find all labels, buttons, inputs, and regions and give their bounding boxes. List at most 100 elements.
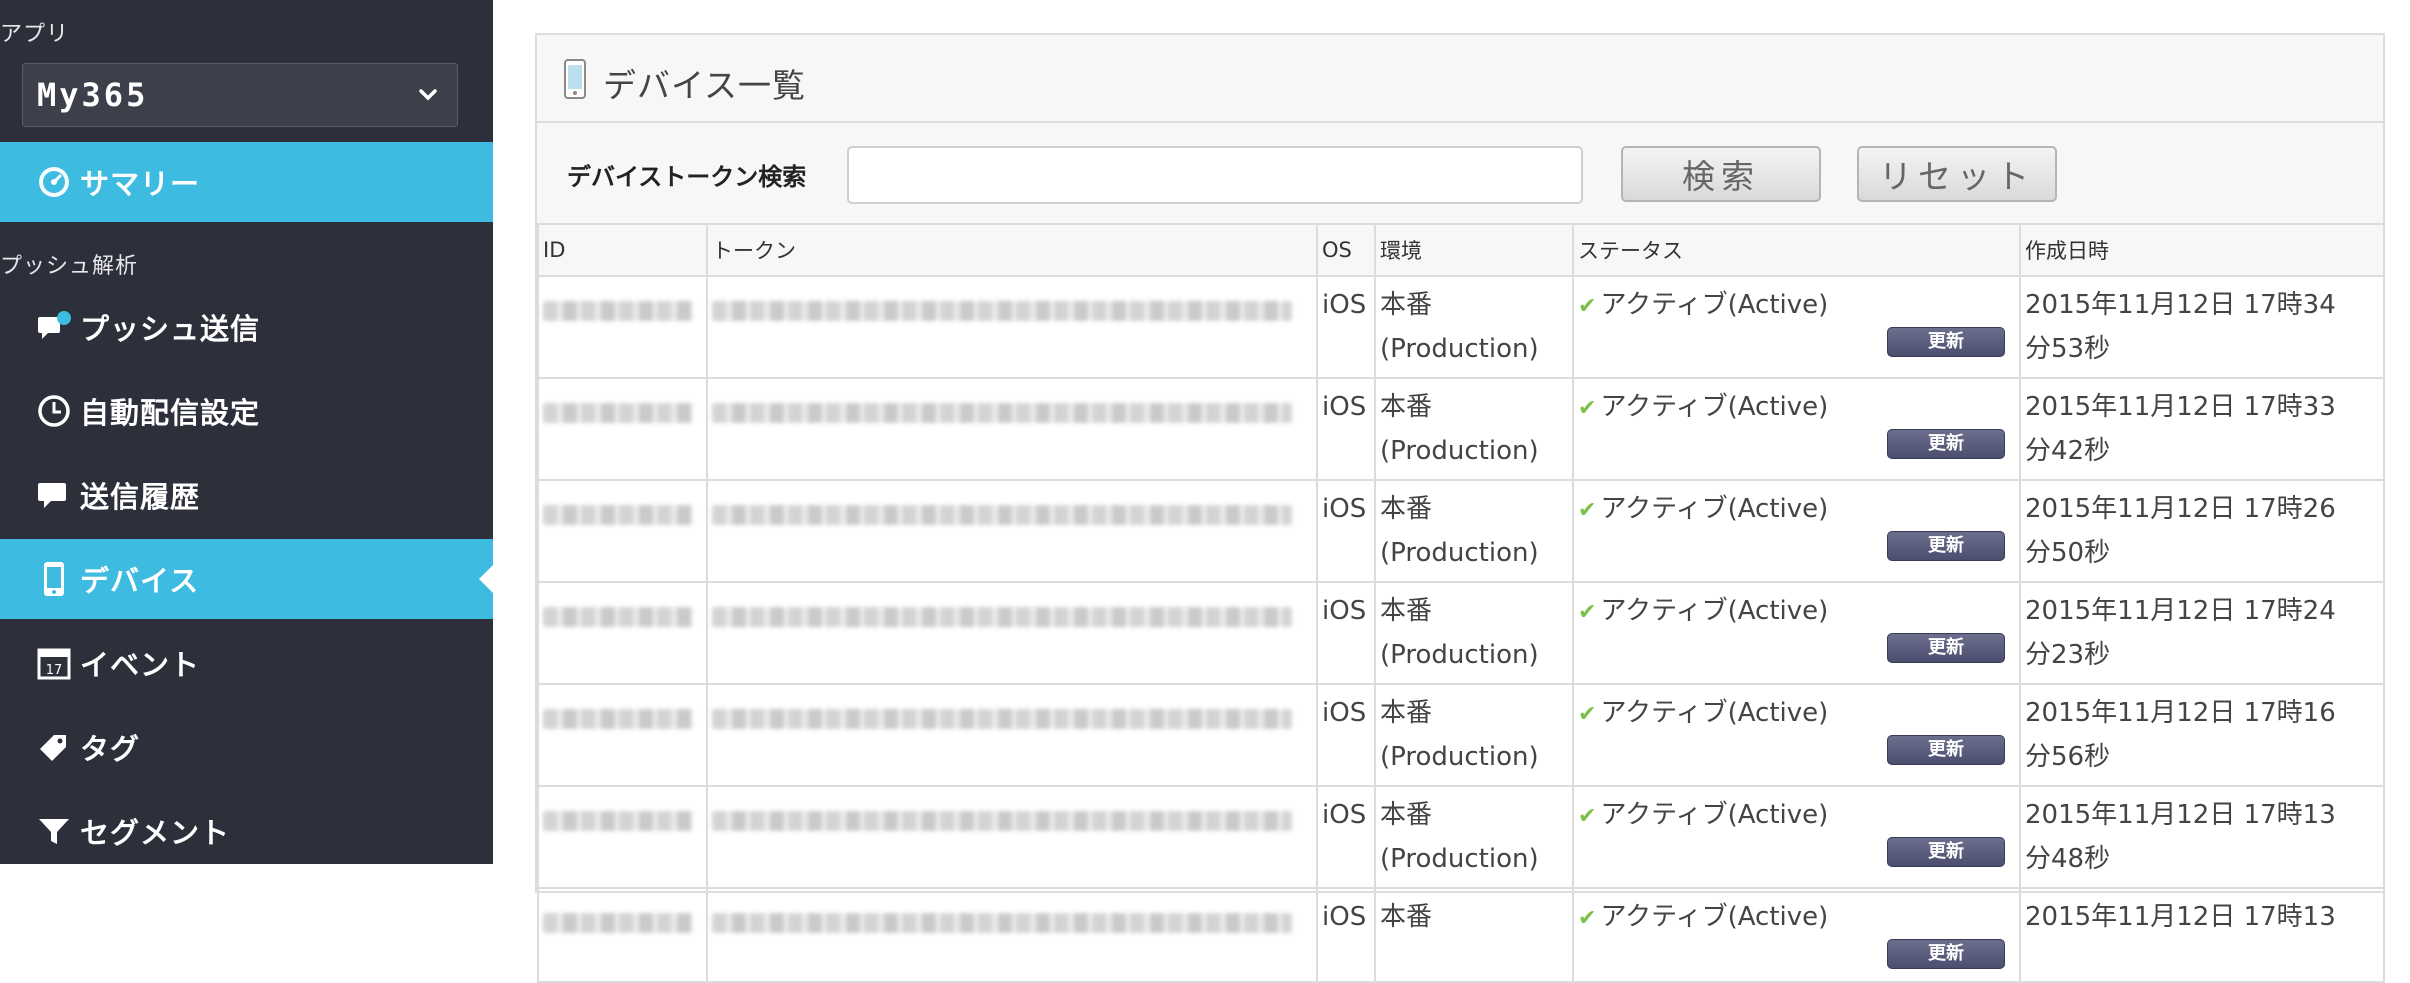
sidebar-item-devices[interactable]: デバイス [0, 539, 493, 619]
status-cell: ✔ アクティブ(Active) 更新 [1572, 377, 2021, 481]
redacted-id [543, 607, 693, 627]
update-button[interactable]: 更新 [1887, 327, 2005, 357]
redacted-token [712, 301, 1292, 321]
column-header-env[interactable]: 環境 [1374, 223, 1574, 277]
created-time: 分56秒 [2025, 742, 2111, 772]
created-date: 2015年11月12日 17時13 [2025, 902, 2336, 932]
created-time: 分53秒 [2025, 334, 2111, 364]
status-text: アクティブ(Active) [1600, 290, 1829, 320]
table-header-row: ID トークン OS 環境 ステータス 作成日時 [537, 223, 2385, 277]
device-token-search-input[interactable] [847, 146, 1583, 204]
created-cell: 2015年11月12日 17時24 分23秒 [2019, 581, 2385, 685]
table-row[interactable]: iOS 本番 (Production) ✔ アクティブ(Active) 更新 2015年11… [537, 683, 2385, 787]
clock-icon [38, 395, 70, 427]
check-icon: ✔ [1578, 498, 1597, 523]
redacted-id [543, 913, 693, 933]
table-row[interactable]: iOS 本番 (Production) ✔ アクティブ(Active) 更新 2015年11… [537, 785, 2385, 889]
table-row[interactable]: iOS 本番 (Production) ✔ アクティブ(Active) 更新 2015年11… [537, 581, 2385, 685]
chat-icon [38, 483, 66, 508]
column-header-token[interactable]: トークン [706, 223, 1318, 277]
created-cell: 2015年11月12日 17時13 分48秒 [2019, 785, 2385, 889]
env-name: 本番 [1380, 392, 1433, 422]
update-button[interactable]: 更新 [1887, 429, 2005, 459]
check-icon: ✔ [1578, 702, 1597, 727]
sidebar-item-summary[interactable]: サマリー [0, 142, 493, 222]
update-button[interactable]: 更新 [1887, 633, 2005, 663]
sidebar-item-history[interactable]: 送信履歴 [0, 455, 493, 535]
env-detail: (Production) [1380, 436, 1539, 466]
redacted-id [543, 301, 693, 321]
device-id-cell [537, 683, 708, 787]
check-icon: ✔ [1578, 804, 1597, 829]
search-label: デバイストークン検索 [567, 163, 807, 191]
check-icon: ✔ [1578, 294, 1597, 319]
table-row[interactable]: iOS 本番 (Production) ✔ アクティブ(Active) 更新 2015年11… [537, 377, 2385, 481]
env-detail: (Production) [1380, 640, 1539, 670]
device-token-cell [706, 377, 1318, 481]
sidebar-item-auto-delivery[interactable]: 自動配信設定 [0, 371, 493, 451]
created-time: 分50秒 [2025, 538, 2111, 568]
env-name: 本番 [1380, 494, 1433, 524]
created-time: 分48秒 [2025, 844, 2111, 874]
table-row[interactable]: iOS 本番 (Production) ✔ アクティブ(Active) 更新 2015年11… [537, 275, 2385, 379]
device-id-cell [537, 377, 708, 481]
redacted-id [543, 403, 693, 423]
chevron-down-icon [419, 89, 437, 101]
update-button[interactable]: 更新 [1887, 837, 2005, 867]
created-cell: 2015年11月12日 17時33 分42秒 [2019, 377, 2385, 481]
device-id-cell [537, 479, 708, 583]
app-selector[interactable]: My365 [22, 63, 458, 127]
table-row[interactable]: iOS 本番 (Production) ✔ アクティブ(Active) 更新 2015年11… [537, 479, 2385, 583]
env-detail: (Production) [1380, 844, 1539, 874]
sidebar-item-push-send[interactable]: プッシュ送信 [0, 287, 493, 367]
sidebar-item-segments[interactable]: セグメント [0, 791, 493, 871]
created-cell: 2015年11月12日 17時34 分53秒 [2019, 275, 2385, 379]
os-cell: iOS [1316, 275, 1376, 379]
sidebar-item-label: イベント [80, 648, 201, 682]
redacted-id [543, 811, 693, 831]
created-date: 2015年11月12日 17時34 [2025, 290, 2336, 320]
push-section-label: プッシュ解析 [0, 254, 139, 279]
device-token-cell [706, 275, 1318, 379]
created-time: 分23秒 [2025, 640, 2111, 670]
os-cell: iOS [1316, 581, 1376, 685]
device-token-cell [706, 581, 1318, 685]
check-icon: ✔ [1578, 396, 1597, 421]
column-header-created[interactable]: 作成日時 [2019, 223, 2385, 277]
reset-button[interactable]: リセット [1857, 146, 2057, 202]
dashboard-icon [39, 167, 69, 197]
sidebar-item-label: 自動配信設定 [80, 396, 261, 430]
sidebar-item-events[interactable]: 17 イベント [0, 623, 493, 703]
status-text: アクティブ(Active) [1600, 800, 1829, 830]
redacted-token [712, 811, 1292, 831]
sidebar-item-tags[interactable]: タグ [0, 707, 493, 787]
column-header-status[interactable]: ステータス [1572, 223, 2021, 277]
sidebar: アプリ My365 サマリー プッシュ解析 プッシュ送信 自動配信設定 送信履歴… [0, 0, 493, 864]
column-header-os[interactable]: OS [1316, 223, 1376, 277]
redacted-token [712, 607, 1292, 627]
env-name: 本番 [1380, 596, 1433, 626]
sidebar-item-label: デバイス [80, 564, 200, 598]
os-cell: iOS [1316, 479, 1376, 583]
column-header-id[interactable]: ID [537, 223, 708, 277]
env-cell: 本番 (Production) [1374, 479, 1574, 583]
created-date: 2015年11月12日 17時26 [2025, 494, 2336, 524]
device-id-cell [537, 785, 708, 889]
update-button[interactable]: 更新 [1887, 939, 2005, 969]
table-row[interactable]: iOS 本番 ✔ アクティブ(Active) 更新 2015年11月12日 17時13 [537, 887, 2385, 983]
smartphone-icon [564, 59, 586, 99]
os-cell: iOS [1316, 887, 1376, 983]
update-button[interactable]: 更新 [1887, 531, 2005, 561]
created-cell: 2015年11月12日 17時16 分56秒 [2019, 683, 2385, 787]
device-id-cell [537, 275, 708, 379]
redacted-token [712, 913, 1292, 933]
update-button[interactable]: 更新 [1887, 735, 2005, 765]
filter-icon [39, 819, 69, 844]
page-title: デバイス一覧 [603, 66, 807, 105]
search-button[interactable]: 検索 [1621, 146, 1821, 202]
status-text: アクティブ(Active) [1600, 902, 1829, 932]
push-send-icon [38, 311, 71, 339]
status-text: アクティブ(Active) [1600, 596, 1829, 626]
device-token-cell [706, 887, 1318, 983]
env-name: 本番 [1380, 800, 1433, 830]
